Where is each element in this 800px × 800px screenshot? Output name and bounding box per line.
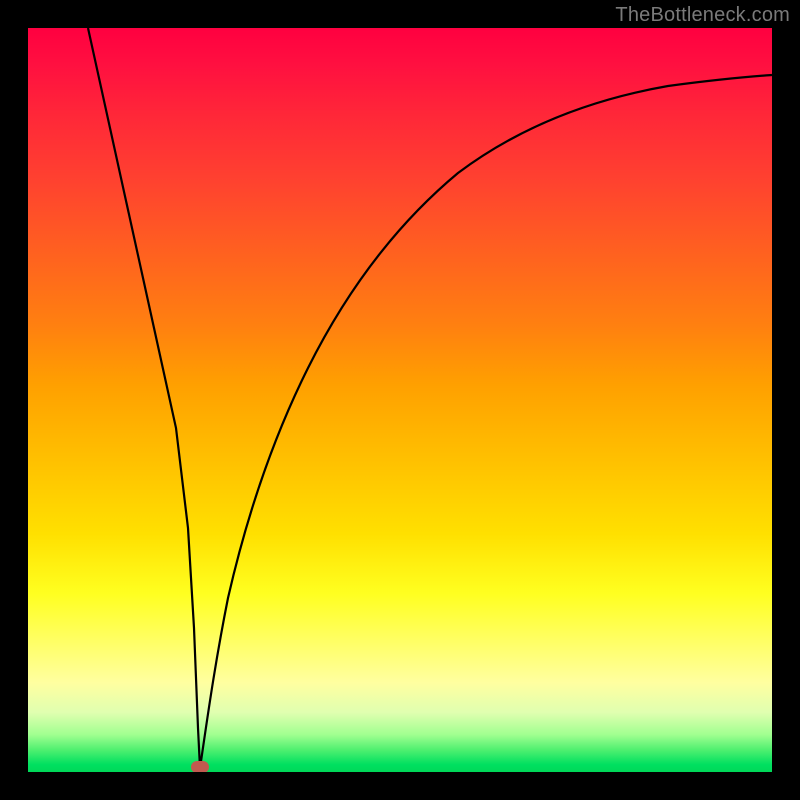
plot-area bbox=[28, 28, 772, 772]
watermark-text: TheBottleneck.com bbox=[615, 4, 790, 27]
minimum-marker bbox=[191, 761, 209, 772]
curve-left-branch bbox=[88, 28, 200, 768]
bottleneck-curve bbox=[28, 28, 772, 772]
curve-right-branch bbox=[200, 75, 772, 768]
chart-frame: TheBottleneck.com bbox=[0, 0, 800, 800]
